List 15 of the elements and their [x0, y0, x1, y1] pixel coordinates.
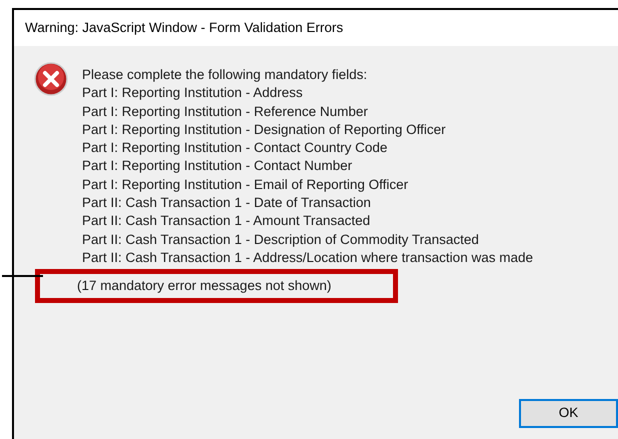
missing-field-text: Part II: Cash Transaction 1 - Address/Location where transaction was made: [82, 248, 533, 267]
missing-field-text: Part I: Reporting Institution - Contact Number: [82, 157, 354, 176]
missing-field-text: Part II: Cash Transaction 1 - Date of Transaction: [82, 194, 372, 212]
error-icon: [34, 62, 68, 96]
missing-field-text: Part II: Cash Transaction 1 - Amount Transacted: [82, 212, 372, 230]
missing-field-text: Part I: Reporting Institution - Address: [82, 84, 304, 102]
missing-field-text: Part II: Cash Transaction 1 - Description of Commodity Transacted: [82, 230, 480, 249]
missing-field-text: Part I: Reporting Institution - Reference Number: [82, 102, 369, 121]
missing-field-text: Part I: Reporting Institution - Email of Reporting Officer: [82, 176, 410, 194]
missing-field-text: Part I: Reporting Institution - Designation of Reporting Officer: [82, 120, 447, 139]
window-title: Warning: JavaScript Window - Form Validation Errors: [25, 18, 344, 37]
missing-field-text: Part I: Reporting Institution - Contact Country Code: [82, 139, 388, 158]
hidden-count-note: (17 mandatory error messages not shown): [77, 277, 332, 296]
ok-button[interactable]: OK: [519, 399, 618, 428]
message-heading: Please complete the following mandatory fields:: [82, 66, 368, 84]
